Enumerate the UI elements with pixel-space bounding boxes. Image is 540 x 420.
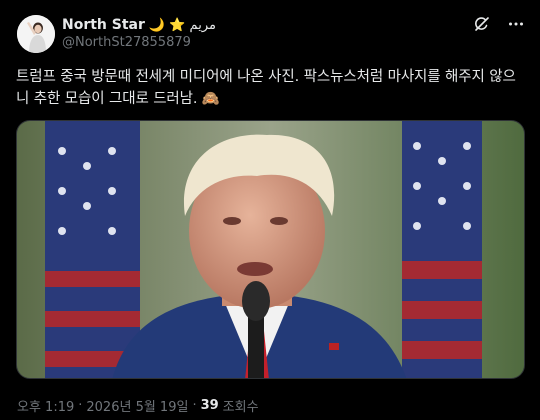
post-card: North Star 🌙 ⭐ مريم @NorthSt27855879 트럼프… bbox=[0, 0, 540, 420]
post-text: 트럼프 중국 방문때 전세계 미디어에 나온 사진. 팍스뉴스처럼 마사지를 해… bbox=[16, 69, 516, 107]
avatar[interactable] bbox=[17, 15, 55, 53]
views-label: 조회수 bbox=[222, 400, 259, 415]
post-actions-top bbox=[472, 14, 526, 34]
more-dots-icon[interactable] bbox=[506, 14, 526, 34]
meta-separator: · bbox=[192, 398, 197, 413]
grok-icon[interactable] bbox=[472, 14, 492, 34]
author-name-emoji: 🌙 ⭐ مريم bbox=[148, 17, 216, 33]
post-media-image[interactable] bbox=[16, 120, 525, 379]
post-date[interactable]: 2026년 5월 19일 bbox=[86, 396, 188, 415]
views-count: 39 bbox=[200, 398, 219, 413]
author-display-name[interactable]: North Star bbox=[62, 17, 145, 33]
author-name-row[interactable]: North Star 🌙 ⭐ مريم bbox=[62, 16, 216, 34]
post-time[interactable]: 오후 1:19 bbox=[17, 396, 74, 415]
author-handle[interactable]: @NorthSt27855879 bbox=[62, 35, 191, 50]
meta-separator: · bbox=[78, 398, 83, 413]
post-meta: 오후 1:19 · 2026년 5월 19일 · 39 조회수 bbox=[17, 396, 259, 415]
